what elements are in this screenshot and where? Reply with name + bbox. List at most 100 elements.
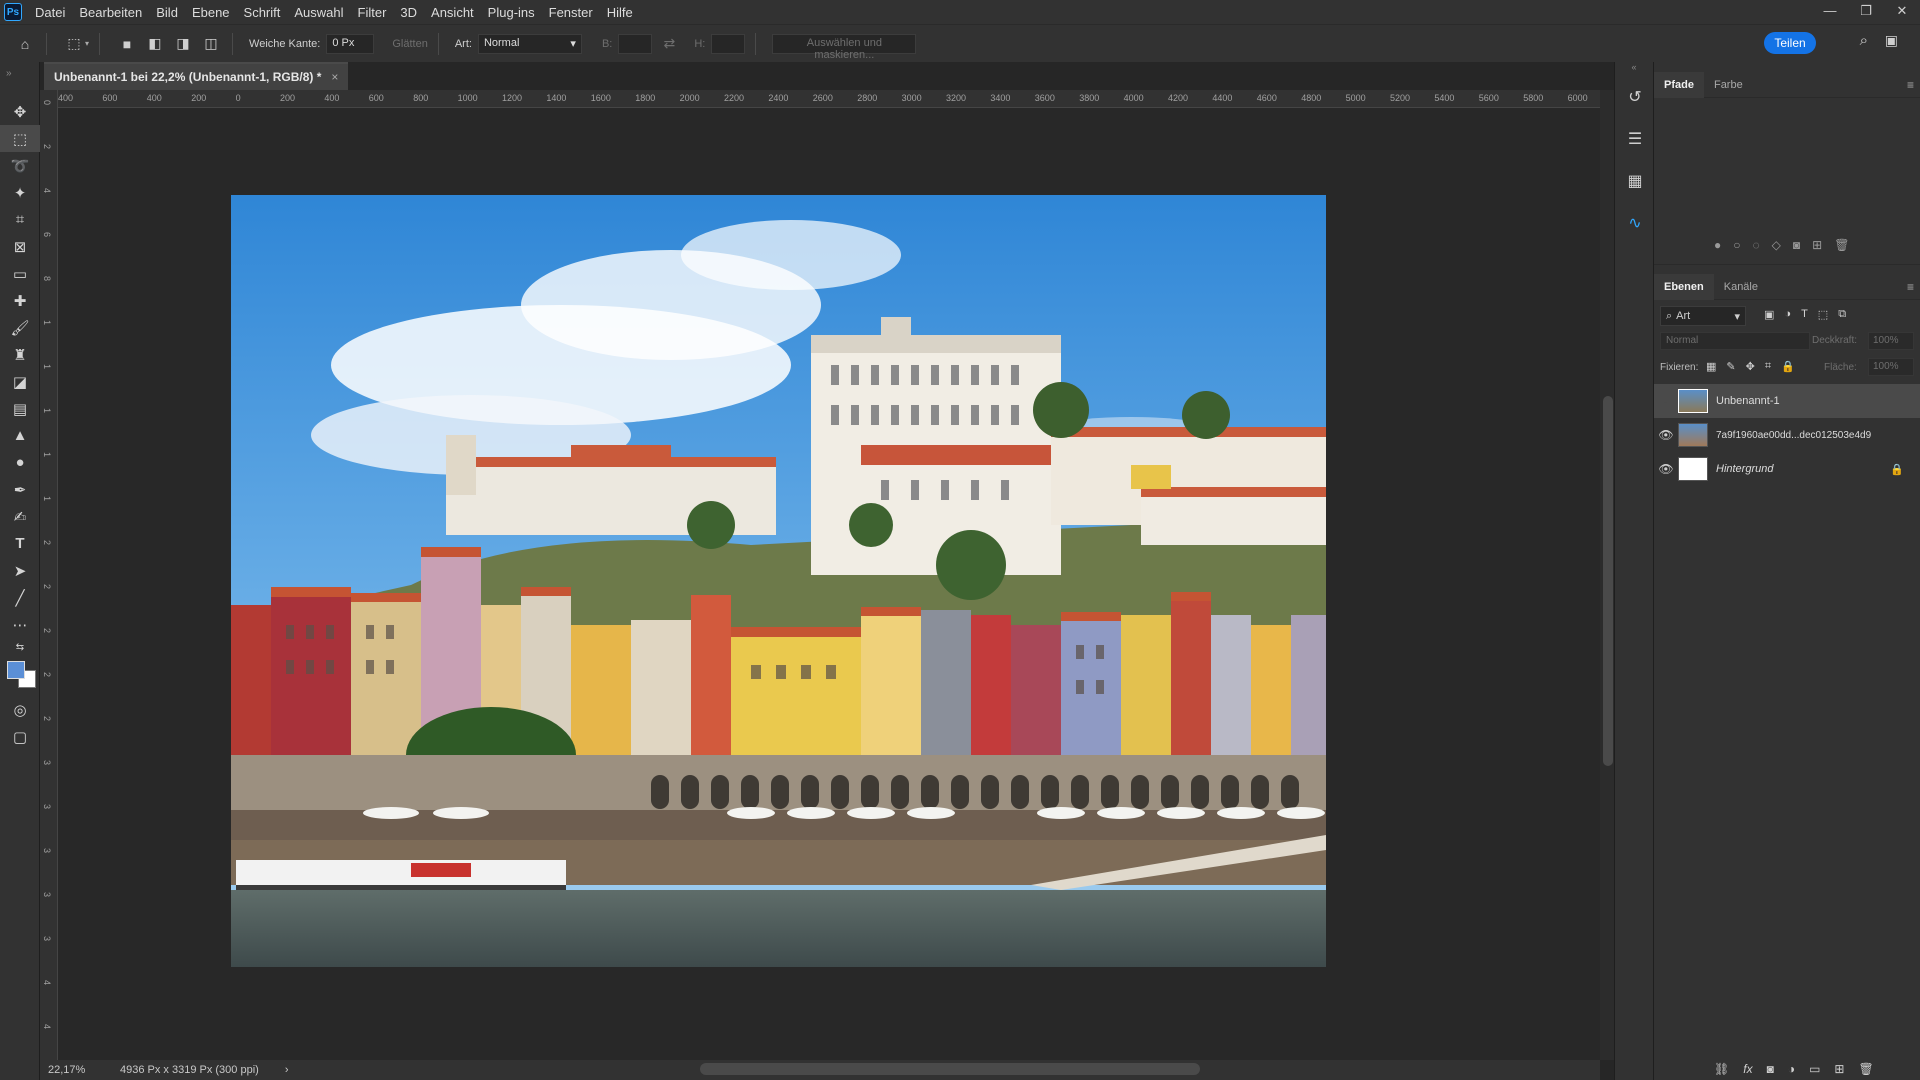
image-filter-icon[interactable]: ▣ (1764, 308, 1774, 321)
crop-tool-icon[interactable]: ⌗ (0, 206, 40, 233)
layer-row[interactable]: ▫ Unbenannt-1 (1654, 384, 1920, 418)
history-icon[interactable]: ↺ (1615, 76, 1655, 118)
type-filter-icon[interactable]: T (1801, 308, 1808, 321)
foreground-color-swatch[interactable] (7, 661, 25, 679)
workspace-icon[interactable]: ▣ (1885, 32, 1898, 49)
home-icon[interactable]: ⌂ (14, 33, 36, 55)
dodge-tool-icon[interactable]: ● (0, 449, 40, 476)
quick-mask-icon[interactable]: ◎ (0, 696, 40, 723)
frame-tool-icon[interactable]: ⊠ (0, 233, 40, 260)
healing-brush-icon[interactable]: ✚ (0, 287, 40, 314)
visibility-toggle-icon[interactable]: ▫ (1654, 394, 1678, 408)
smart-object-filter-icon[interactable]: ⧉ (1838, 308, 1846, 321)
collapse-icon[interactable]: « (1615, 62, 1653, 76)
chevron-down-icon[interactable]: ▾ (85, 39, 89, 48)
color-swatches[interactable] (0, 656, 40, 696)
collapse-icon[interactable]: » (0, 62, 39, 98)
more-tools-icon[interactable]: ⋯ (0, 611, 40, 638)
blend-mode-select[interactable]: Normal (1660, 332, 1810, 350)
layer-name[interactable]: 7a9f1960ae00dd...dec012503e4d9 (1716, 430, 1871, 441)
smooth-checkbox-label[interactable]: Glätten (392, 38, 427, 50)
intersect-selection-icon[interactable]: ◫ (200, 33, 222, 55)
line-tool-icon[interactable]: ╱ (0, 584, 40, 611)
opacity-input[interactable]: 100% (1868, 332, 1914, 350)
brush-tool-icon[interactable]: 🖌 (0, 314, 40, 341)
curves-icon[interactable]: ∿ (1615, 202, 1655, 244)
link-layers-icon[interactable]: ⛓ (1714, 1062, 1729, 1076)
new-path-icon[interactable]: ⊞ (1812, 238, 1822, 252)
pen-tool-icon[interactable]: ✒ (0, 476, 40, 503)
search-icon[interactable]: ⌕ (1860, 32, 1868, 49)
curvature-pen-icon[interactable]: ✍ (0, 503, 40, 530)
lock-transparency-icon[interactable]: ▦ (1706, 360, 1716, 373)
menu-bearbeiten[interactable]: Bearbeiten (72, 5, 149, 20)
swap-colors-icon[interactable]: ⇆ (0, 638, 40, 656)
menu-datei[interactable]: Datei (28, 5, 72, 20)
layer-filter-select[interactable]: ⌕ Art ▾ (1660, 306, 1746, 326)
document-canvas[interactable] (231, 195, 1326, 967)
delete-layer-icon[interactable]: 🗑 (1858, 1062, 1873, 1076)
tab-color[interactable]: Farbe (1704, 72, 1753, 98)
horizontal-scroll-thumb[interactable] (700, 1063, 1200, 1075)
lock-artboard-icon[interactable]: ⌗ (1765, 360, 1771, 373)
lock-position-icon[interactable]: ✥ (1746, 360, 1755, 373)
type-tool-icon[interactable]: T (0, 530, 40, 557)
properties-icon[interactable]: ▦ (1615, 160, 1655, 202)
layer-name[interactable]: Hintergrund (1716, 463, 1773, 475)
new-layer-icon[interactable]: ⊞ (1834, 1062, 1844, 1076)
fill-path-icon[interactable]: ● (1714, 238, 1721, 252)
eye-icon[interactable]: 👁 (1654, 428, 1678, 442)
menu-filter[interactable]: Filter (351, 5, 394, 20)
menu-ebene[interactable]: Ebene (185, 5, 237, 20)
tab-layers[interactable]: Ebenen (1654, 273, 1714, 300)
stroke-path-icon[interactable]: ○ (1733, 238, 1740, 252)
adjustment-filter-icon[interactable]: ◑ (1784, 308, 1791, 321)
layer-row[interactable]: 👁 7a9f1960ae00dd...dec012503e4d9 (1654, 418, 1920, 452)
ruler-tool-icon[interactable]: ▭ (0, 260, 40, 287)
fx-icon[interactable]: fx (1743, 1062, 1752, 1076)
magic-wand-icon[interactable]: ✦ (0, 179, 40, 206)
stamp-tool-icon[interactable]: ♜ (0, 341, 40, 368)
close-tab-icon[interactable]: × (331, 70, 338, 84)
swap-icon[interactable]: ⇄ (658, 33, 680, 55)
layers-stack-icon[interactable]: ☰ (1615, 118, 1655, 160)
path-select-icon[interactable]: ➤ (0, 557, 40, 584)
panel-menu-icon[interactable]: ≡ (1907, 78, 1914, 92)
add-mask-icon[interactable]: ◙ (1767, 1062, 1774, 1076)
gradient-tool-icon[interactable]: ▤ (0, 395, 40, 422)
add-selection-icon[interactable]: ◧ (144, 33, 166, 55)
marquee-preset-icon[interactable]: ⬚ (63, 33, 85, 55)
delete-path-icon[interactable]: 🗑 (1834, 238, 1849, 252)
fill-input[interactable]: 100% (1868, 358, 1914, 376)
lasso-tool-icon[interactable]: ➰ (0, 152, 40, 179)
new-group-icon[interactable]: ▭ (1809, 1062, 1820, 1076)
lock-all-icon[interactable]: 🔒 (1781, 360, 1795, 373)
screen-mode-icon[interactable]: ▢ (0, 723, 40, 750)
adjustment-layer-icon[interactable]: ◑ (1788, 1062, 1795, 1076)
zoom-level[interactable]: 22,17% (48, 1064, 98, 1076)
add-mask-icon[interactable]: ◙ (1793, 238, 1800, 252)
document-tab[interactable]: Unbenannt-1 bei 22,2% (Unbenannt-1, RGB/… (44, 62, 349, 90)
menu-fenster[interactable]: Fenster (542, 5, 600, 20)
eye-icon[interactable]: 👁 (1654, 462, 1678, 476)
move-tool-icon[interactable]: ✥ (0, 98, 40, 125)
new-selection-icon[interactable]: ■ (116, 33, 138, 55)
menu-schrift[interactable]: Schrift (237, 5, 288, 20)
share-button[interactable]: Teilen (1764, 32, 1816, 54)
marquee-tool-icon[interactable]: ⬚ (0, 125, 40, 152)
height-input[interactable] (711, 33, 746, 54)
menu-ansicht[interactable]: Ansicht (424, 5, 481, 20)
lock-pixels-icon[interactable]: ✎ (1726, 360, 1735, 373)
feather-input[interactable]: 0 Px (326, 33, 375, 54)
blur-tool-icon[interactable]: ▲ (0, 422, 40, 449)
restore-button[interactable]: ❐ (1848, 0, 1884, 24)
menu-auswahl[interactable]: Auswahl (287, 5, 350, 20)
close-button[interactable]: ✕ (1884, 0, 1920, 24)
load-selection-icon[interactable]: ◌ (1753, 238, 1760, 252)
make-path-icon[interactable]: ◇ (1772, 238, 1781, 252)
menu-bild[interactable]: Bild (149, 5, 185, 20)
vertical-scroll-thumb[interactable] (1603, 396, 1613, 766)
menu-plugins[interactable]: Plug-ins (481, 5, 542, 20)
width-input[interactable] (618, 33, 653, 54)
document-info[interactable]: 4936 Px x 3319 Px (300 ppi) (120, 1064, 259, 1076)
